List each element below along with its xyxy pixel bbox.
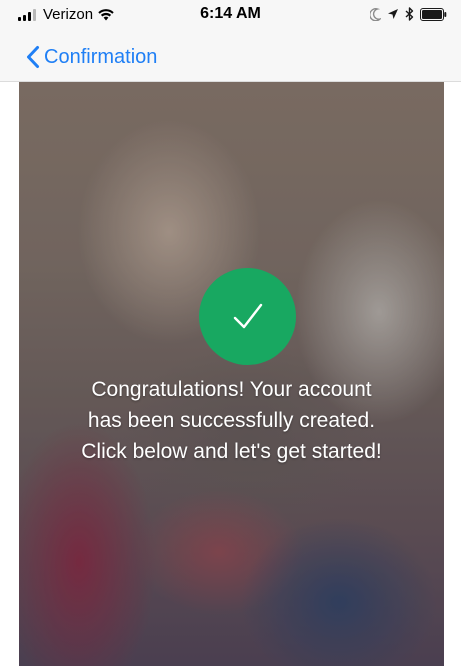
message-line-1: Congratulations! Your account [91, 378, 372, 401]
location-arrow-icon [387, 8, 399, 20]
back-button-label: Confirmation [44, 45, 158, 68]
message-line-3: Click below and let's get started! [81, 440, 382, 463]
battery-icon [420, 7, 447, 21]
status-bar: Verizon 6:14 AM [0, 0, 461, 36]
bluetooth-icon [405, 7, 414, 21]
confirmation-hero: Congratulations! Your account has been s… [19, 82, 444, 666]
moon-icon [370, 7, 381, 21]
chevron-left-icon [26, 45, 40, 69]
navigation-bar: Confirmation [0, 36, 461, 82]
checkmark-icon [232, 301, 264, 333]
status-right [370, 7, 447, 21]
success-badge [199, 268, 296, 365]
confirmation-message: Congratulations! Your account has been s… [19, 374, 444, 467]
message-line-2: has been successfully created. [87, 409, 376, 432]
back-button[interactable]: Confirmation [26, 40, 157, 74]
